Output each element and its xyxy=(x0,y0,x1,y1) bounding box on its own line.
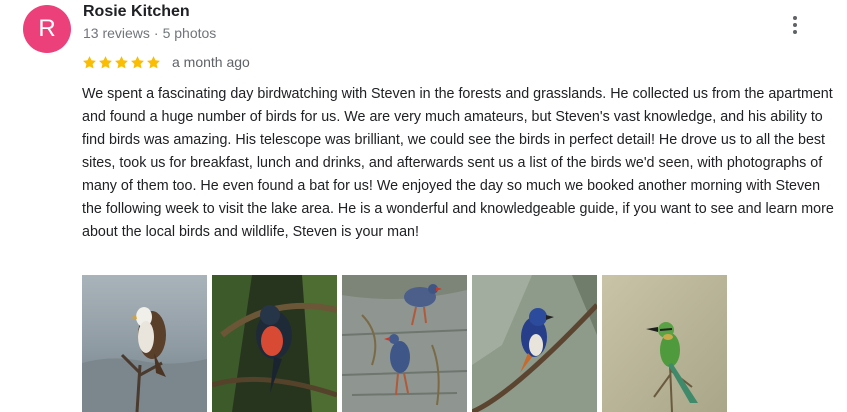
review-photos xyxy=(82,275,727,412)
reviewer-meta: 13 reviews · 5 photos xyxy=(83,25,216,41)
star-icon xyxy=(131,55,144,68)
more-vert-icon-dot xyxy=(793,23,797,27)
photo-red-breasted-bird[interactable] xyxy=(212,275,337,412)
photo-purple-swamphens[interactable] xyxy=(342,275,467,412)
photo-bee-eater-on-twig[interactable] xyxy=(602,275,727,412)
review-date: a month ago xyxy=(172,54,250,70)
reviewer-name[interactable]: Rosie Kitchen xyxy=(83,3,190,21)
star-icon xyxy=(83,55,96,68)
avatar[interactable]: R xyxy=(23,5,71,53)
photo-blue-bird-on-branch[interactable] xyxy=(472,275,597,412)
star-icon xyxy=(147,55,160,68)
star-icon xyxy=(115,55,128,68)
reviews-count: 13 reviews xyxy=(83,25,150,41)
more-options-button[interactable] xyxy=(783,12,807,38)
star-icon xyxy=(99,55,112,68)
more-vert-icon xyxy=(793,16,797,20)
review-text: We spent a fascinating day birdwatching … xyxy=(82,86,834,240)
photo-eagle-on-branch[interactable] xyxy=(82,275,207,412)
avatar-letter: R xyxy=(38,15,56,42)
meta-separator: · xyxy=(153,25,159,41)
more-vert-icon-dot xyxy=(793,30,797,34)
star-rating xyxy=(82,55,161,70)
rating-row: a month ago xyxy=(82,52,250,72)
photos-count: 5 photos xyxy=(162,25,217,41)
